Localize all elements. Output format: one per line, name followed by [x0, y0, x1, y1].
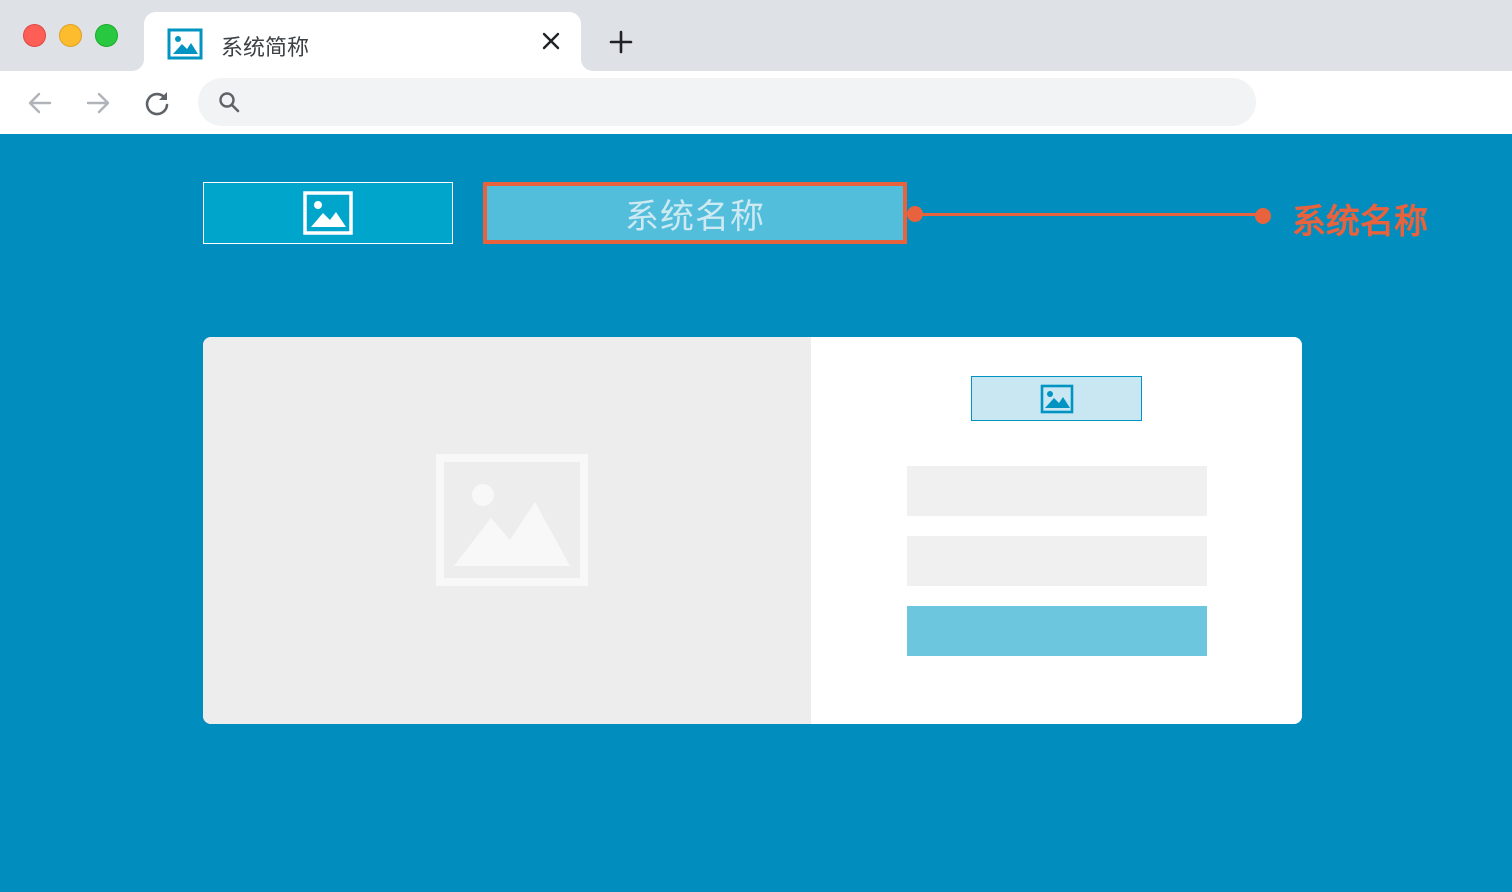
- close-window-button[interactable]: [23, 24, 46, 47]
- annotation-label: 系统名称: [1292, 202, 1428, 242]
- callout-dot-end: [1255, 208, 1271, 224]
- address-bar[interactable]: [198, 78, 1256, 126]
- image-icon: [167, 28, 203, 60]
- password-field[interactable]: [907, 536, 1207, 586]
- tab-title: 系统简称: [221, 36, 310, 61]
- browser-tab[interactable]: 系统简称: [144, 12, 581, 71]
- close-icon[interactable]: [538, 28, 564, 54]
- image-placeholder-icon: [436, 454, 588, 586]
- plus-icon[interactable]: [605, 26, 637, 58]
- search-icon: [219, 92, 240, 113]
- system-name: 系统名称: [625, 196, 765, 237]
- login-logo: [971, 376, 1142, 421]
- image-icon: [1040, 384, 1073, 413]
- login-card: [203, 337, 1302, 724]
- system-name-box: 系统名称: [483, 182, 907, 244]
- arrow-right-icon[interactable]: [82, 87, 114, 119]
- system-logo: [203, 182, 453, 244]
- reload-icon[interactable]: [141, 87, 173, 119]
- arrow-left-icon[interactable]: [24, 87, 56, 119]
- tab-bar: 系统简称: [0, 0, 1512, 71]
- login-button[interactable]: [907, 606, 1207, 656]
- minimize-window-button[interactable]: [59, 24, 82, 47]
- callout-dot-start: [907, 206, 923, 222]
- callout-line: [915, 213, 1263, 216]
- username-field[interactable]: [907, 466, 1207, 516]
- image-icon: [303, 191, 353, 235]
- browser-toolbar: [0, 71, 1512, 134]
- maximize-window-button[interactable]: [95, 24, 118, 47]
- hero-image-area: [203, 337, 811, 724]
